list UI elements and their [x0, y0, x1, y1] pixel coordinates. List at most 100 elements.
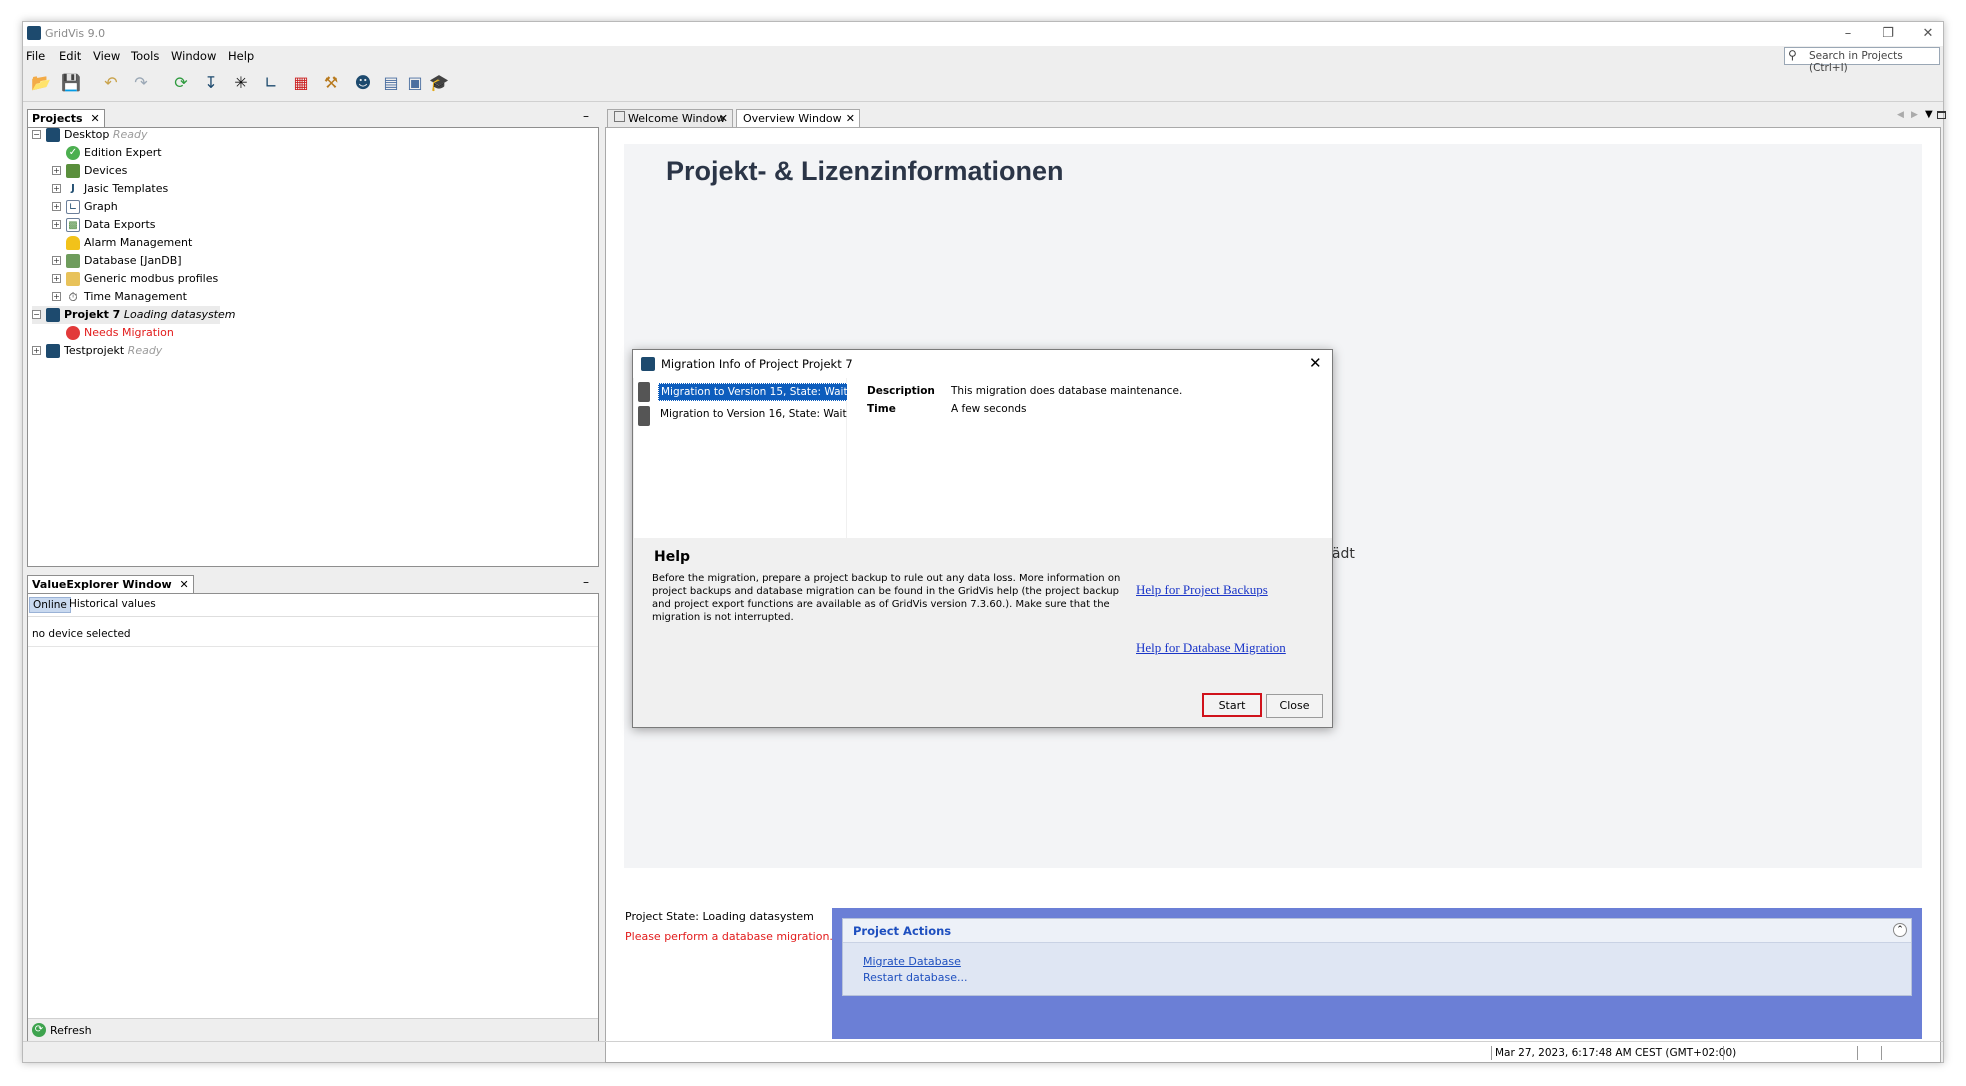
device-icon[interactable]: ▣ [403, 71, 427, 95]
tab-projects[interactable]: Projects ✕ [27, 109, 105, 127]
user-icon[interactable]: ☻ [351, 71, 375, 95]
subtab-historical[interactable]: Historical values [66, 597, 159, 613]
jasic-label: Jasic Templates [84, 182, 169, 195]
migration-list: Migration to Version 15, State: Waiting … [634, 378, 867, 538]
valueexplorer-panel: Online Historical values no device selec… [27, 593, 599, 1041]
migration-item-15[interactable]: Migration to Version 15, State: Waiting [638, 381, 867, 403]
tab-overview[interactable]: Overview Window ✕ [736, 109, 860, 128]
expand-icon[interactable]: + [52, 274, 61, 283]
open-project-icon[interactable]: 📂 [29, 71, 53, 95]
expand-icon[interactable]: + [52, 256, 61, 265]
edition-expert-label: Edition Expert [84, 146, 162, 159]
save-icon[interactable]: 💾 [59, 71, 83, 95]
dropdown-icon[interactable]: ▼ [1925, 109, 1933, 120]
migration-details: Description This migration does database… [847, 378, 1332, 538]
modbus-label: Generic modbus profiles [84, 272, 219, 285]
restart-database-link[interactable]: Restart database... [863, 971, 968, 984]
minimize-panel-icon[interactable]: – [583, 109, 589, 123]
help-text: Before the migration, prepare a project … [652, 573, 1121, 623]
subtab-online[interactable]: Online [29, 597, 71, 613]
maximize-icon[interactable] [1937, 111, 1946, 119]
migration-dialog: Migration Info of Project Projekt 7 ✕ Mi… [632, 349, 1333, 728]
subtab-divider [28, 616, 598, 617]
tools-icon[interactable]: ⚒ [319, 71, 343, 95]
modbus-icon [66, 272, 80, 286]
migrate-database-link[interactable]: Migrate Database [863, 955, 961, 968]
status-separator [1881, 1046, 1882, 1060]
download-icon[interactable]: ↧ [199, 71, 223, 95]
status-separator [1857, 1046, 1858, 1060]
title-bar: GridVis 9.0 – ❐ ✕ [23, 22, 1943, 46]
menu-bar: File Edit View Tools Window Help [23, 46, 1943, 66]
dialog-title: Migration Info of Project Projekt 7 [661, 357, 853, 371]
status-separator [1491, 1046, 1492, 1060]
expand-icon[interactable]: + [52, 184, 61, 193]
desktop-label: Desktop Ready [64, 128, 148, 141]
status-bar: Mar 27, 2023, 6:17:48 AM CEST (GMT+02:00… [23, 1041, 1943, 1063]
project-actions-header: Project Actions ⌃ [843, 919, 1911, 943]
tab-valueexplorer[interactable]: ValueExplorer Window ✕ [27, 575, 194, 593]
status-datetime: Mar 27, 2023, 6:17:48 AM CEST (GMT+02:00… [1495, 1047, 1737, 1059]
devices-label: Devices [84, 164, 128, 177]
refresh-bar: ⟳ Refresh [28, 1018, 598, 1041]
expand-icon[interactable]: + [52, 220, 61, 229]
undo-icon[interactable]: ↶ [99, 71, 123, 95]
close-tab-icon[interactable]: ✕ [846, 110, 855, 128]
graduation-cap-icon[interactable]: 🎓 [427, 71, 451, 95]
close-tab-icon[interactable]: ✕ [719, 110, 728, 128]
refresh-button[interactable]: Refresh [50, 1024, 92, 1037]
close-window-icon[interactable]: ✕ [1913, 24, 1943, 44]
tree-node-projekt7[interactable]: − Projekt 7 Loading datasystem [32, 306, 235, 324]
help-title: Help [654, 549, 691, 565]
close-tab-icon[interactable]: ✕ [180, 578, 189, 591]
scroll-right-icon[interactable]: ▶ [1911, 110, 1918, 120]
traffic-light-icon [638, 406, 650, 426]
scroll-left-icon[interactable]: ◀ [1897, 110, 1904, 120]
collapse-chevron-icon[interactable]: ⌃ [1893, 923, 1907, 937]
dialog-close-icon[interactable]: ✕ [1309, 354, 1322, 372]
help-migration-link[interactable]: Help for Database Migration [1136, 640, 1286, 656]
tab-welcome[interactable]: Welcome Window ✕ [607, 109, 733, 128]
menu-view[interactable]: View [93, 49, 120, 63]
expand-icon[interactable]: + [32, 346, 41, 355]
collapse-icon[interactable]: − [32, 130, 41, 139]
refresh-icon: ⟳ [32, 1023, 46, 1037]
data-exports-label: Data Exports [84, 218, 156, 231]
menu-edit[interactable]: Edit [59, 49, 81, 63]
start-button[interactable]: Start [1202, 693, 1262, 717]
project-actions-title: Project Actions [853, 924, 952, 938]
project-actions-box: Project Actions ⌃ Migrate Database Resta… [842, 918, 1912, 996]
menu-window[interactable]: Window [171, 49, 216, 63]
collapse-icon[interactable]: − [32, 310, 41, 319]
close-button[interactable]: Close [1266, 694, 1323, 718]
chart-icon[interactable]: ∟ [259, 71, 283, 95]
menu-file[interactable]: File [26, 49, 45, 63]
expand-icon[interactable]: + [52, 292, 61, 301]
expand-icon[interactable]: + [52, 166, 61, 175]
close-tab-icon[interactable]: ✕ [90, 112, 99, 125]
restore-icon[interactable]: ❐ [1873, 24, 1903, 44]
minimize-icon[interactable]: – [1833, 24, 1863, 44]
search-box[interactable]: ⚲ Search in Projects (Ctrl+I) [1784, 47, 1940, 74]
menu-tools[interactable]: Tools [131, 49, 159, 63]
refresh-icon[interactable]: ⟳ [169, 71, 193, 95]
check-icon: ✓ [66, 146, 80, 160]
report-icon[interactable]: ▦ [289, 71, 313, 95]
migration-item-15-label: Migration to Version 15, State: Waiting [658, 383, 867, 401]
project-actions-panel: Project Actions ⌃ Migrate Database Resta… [832, 908, 1922, 1039]
description-value: This migration does database maintenance… [951, 385, 1183, 397]
help-backups-link[interactable]: Help for Project Backups [1136, 582, 1268, 598]
redo-icon[interactable]: ↷ [129, 71, 153, 95]
project-icon [46, 344, 60, 358]
topology-icon[interactable]: ✳ [229, 71, 253, 95]
menu-help[interactable]: Help [228, 49, 254, 63]
bell-icon [66, 236, 80, 250]
data-exports-icon: ▩ [66, 218, 80, 232]
calculator-icon[interactable]: ▤ [379, 71, 403, 95]
graph-icon: ∟ [66, 200, 80, 214]
expand-icon[interactable]: + [52, 202, 61, 211]
window-title: GridVis 9.0 [45, 27, 106, 40]
time-value: A few seconds [951, 403, 1027, 415]
minimize-panel-icon[interactable]: – [583, 575, 589, 589]
migration-item-16[interactable]: Migration to Version 16, State: Waiting [638, 405, 863, 427]
